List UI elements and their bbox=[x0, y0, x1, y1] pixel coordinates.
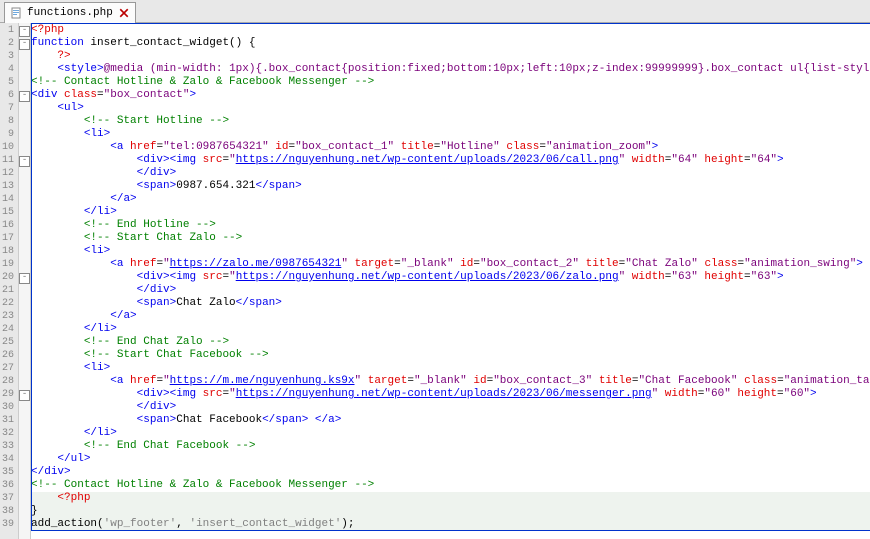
code-line[interactable]: </li> bbox=[31, 206, 870, 219]
line-number: 17 bbox=[2, 232, 14, 245]
code-line[interactable]: <span>Chat Zalo</span> bbox=[31, 297, 870, 310]
code-line[interactable]: add_action('wp_footer', 'insert_contact_… bbox=[31, 518, 870, 531]
line-number: 27 bbox=[2, 362, 14, 375]
line-number: 24 bbox=[2, 323, 14, 336]
code-line[interactable]: ?> bbox=[31, 50, 870, 63]
line-number: 26 bbox=[2, 349, 14, 362]
line-number: 9 bbox=[2, 128, 14, 141]
code-line[interactable]: <span>Chat Facebook</span> </a> bbox=[31, 414, 870, 427]
code-line[interactable]: </a> bbox=[31, 193, 870, 206]
code-line[interactable]: </li> bbox=[31, 323, 870, 336]
fold-toggle[interactable]: - bbox=[19, 273, 30, 284]
code-line[interactable]: <a href="https://m.me/nguyenhung.ks9x" t… bbox=[31, 375, 870, 388]
fold-toggle[interactable]: - bbox=[19, 26, 30, 37]
line-number: 15 bbox=[2, 206, 14, 219]
code-line[interactable]: </div> bbox=[31, 401, 870, 414]
code-line[interactable]: <?php bbox=[31, 492, 870, 505]
line-number: 16 bbox=[2, 219, 14, 232]
editor-area: 1234567891011121314151617181920212223242… bbox=[0, 23, 870, 539]
line-number: 8 bbox=[2, 115, 14, 128]
line-number: 38 bbox=[2, 505, 14, 518]
code-line[interactable]: </li> bbox=[31, 427, 870, 440]
code-line[interactable]: <div><img src="https://nguyenhung.net/wp… bbox=[31, 271, 870, 284]
fold-toggle[interactable]: - bbox=[19, 156, 30, 167]
line-number: 22 bbox=[2, 297, 14, 310]
line-number: 13 bbox=[2, 180, 14, 193]
code-view[interactable]: <?phpfunction insert_contact_widget() { … bbox=[31, 23, 870, 531]
line-number: 21 bbox=[2, 284, 14, 297]
code-line[interactable]: function insert_contact_widget() { bbox=[31, 37, 870, 50]
fold-toggle[interactable]: - bbox=[19, 390, 30, 401]
line-number: 29 bbox=[2, 388, 14, 401]
line-number: 36 bbox=[2, 479, 14, 492]
code-line[interactable]: <li> bbox=[31, 245, 870, 258]
line-number: 6 bbox=[2, 89, 14, 102]
line-number: 31 bbox=[2, 414, 14, 427]
line-number: 39 bbox=[2, 518, 14, 531]
line-number: 19 bbox=[2, 258, 14, 271]
line-number: 4 bbox=[2, 63, 14, 76]
code-line[interactable]: </ul> bbox=[31, 453, 870, 466]
code-line[interactable]: <li> bbox=[31, 362, 870, 375]
line-number: 23 bbox=[2, 310, 14, 323]
code-line[interactable]: <!-- Start Chat Facebook --> bbox=[31, 349, 870, 362]
tab-bar: functions.php bbox=[0, 0, 870, 23]
code-line[interactable]: <!-- End Hotline --> bbox=[31, 219, 870, 232]
line-number: 28 bbox=[2, 375, 14, 388]
close-icon[interactable] bbox=[119, 8, 129, 18]
line-number: 35 bbox=[2, 466, 14, 479]
line-number: 33 bbox=[2, 440, 14, 453]
line-number: 3 bbox=[2, 50, 14, 63]
line-number: 14 bbox=[2, 193, 14, 206]
code-line[interactable]: <?php bbox=[31, 24, 870, 37]
code-line[interactable]: <!-- End Chat Zalo --> bbox=[31, 336, 870, 349]
line-number: 20 bbox=[2, 271, 14, 284]
code-line[interactable]: <span>0987.654.321</span> bbox=[31, 180, 870, 193]
code-line[interactable]: <style>@media (min-width: 1px){.box_cont… bbox=[31, 63, 870, 76]
line-number: 18 bbox=[2, 245, 14, 258]
line-number: 2 bbox=[2, 37, 14, 50]
line-number: 11 bbox=[2, 154, 14, 167]
code-line[interactable]: <!-- Contact Hotline & Zalo & Facebook M… bbox=[31, 76, 870, 89]
code-line[interactable]: <a href="tel:0987654321" id="box_contact… bbox=[31, 141, 870, 154]
code-line[interactable]: <!-- Start Chat Zalo --> bbox=[31, 232, 870, 245]
code-line[interactable]: </div> bbox=[31, 466, 870, 479]
php-file-icon bbox=[11, 7, 23, 19]
line-number: 32 bbox=[2, 427, 14, 440]
line-number-gutter: 1234567891011121314151617181920212223242… bbox=[0, 23, 19, 539]
file-tab[interactable]: functions.php bbox=[4, 2, 136, 23]
code-line[interactable]: </div> bbox=[31, 284, 870, 297]
line-number: 37 bbox=[2, 492, 14, 505]
code-line[interactable]: <!-- Start Hotline --> bbox=[31, 115, 870, 128]
line-number: 7 bbox=[2, 102, 14, 115]
code-line[interactable]: </a> bbox=[31, 310, 870, 323]
line-number: 25 bbox=[2, 336, 14, 349]
code-line[interactable]: </div> bbox=[31, 167, 870, 180]
code-line[interactable]: <!-- End Chat Facebook --> bbox=[31, 440, 870, 453]
code-line[interactable]: <a href="https://zalo.me/0987654321" tar… bbox=[31, 258, 870, 271]
line-number: 12 bbox=[2, 167, 14, 180]
line-number: 5 bbox=[2, 76, 14, 89]
tab-filename: functions.php bbox=[27, 7, 113, 19]
line-number: 10 bbox=[2, 141, 14, 154]
code-line[interactable]: <!-- Contact Hotline & Zalo & Facebook M… bbox=[31, 479, 870, 492]
line-number: 1 bbox=[2, 24, 14, 37]
line-number: 30 bbox=[2, 401, 14, 414]
fold-column: - - - - - - bbox=[19, 23, 31, 539]
code-line[interactable]: <div class="box_contact"> bbox=[31, 89, 870, 102]
code-line[interactable]: <div><img src="https://nguyenhung.net/wp… bbox=[31, 154, 870, 167]
code-line[interactable]: <div><img src="https://nguyenhung.net/wp… bbox=[31, 388, 870, 401]
line-number: 34 bbox=[2, 453, 14, 466]
fold-toggle[interactable]: - bbox=[19, 91, 30, 102]
fold-toggle[interactable]: - bbox=[19, 39, 30, 50]
code-line[interactable]: } bbox=[31, 505, 870, 518]
code-line[interactable]: <ul> bbox=[31, 102, 870, 115]
code-line[interactable]: <li> bbox=[31, 128, 870, 141]
